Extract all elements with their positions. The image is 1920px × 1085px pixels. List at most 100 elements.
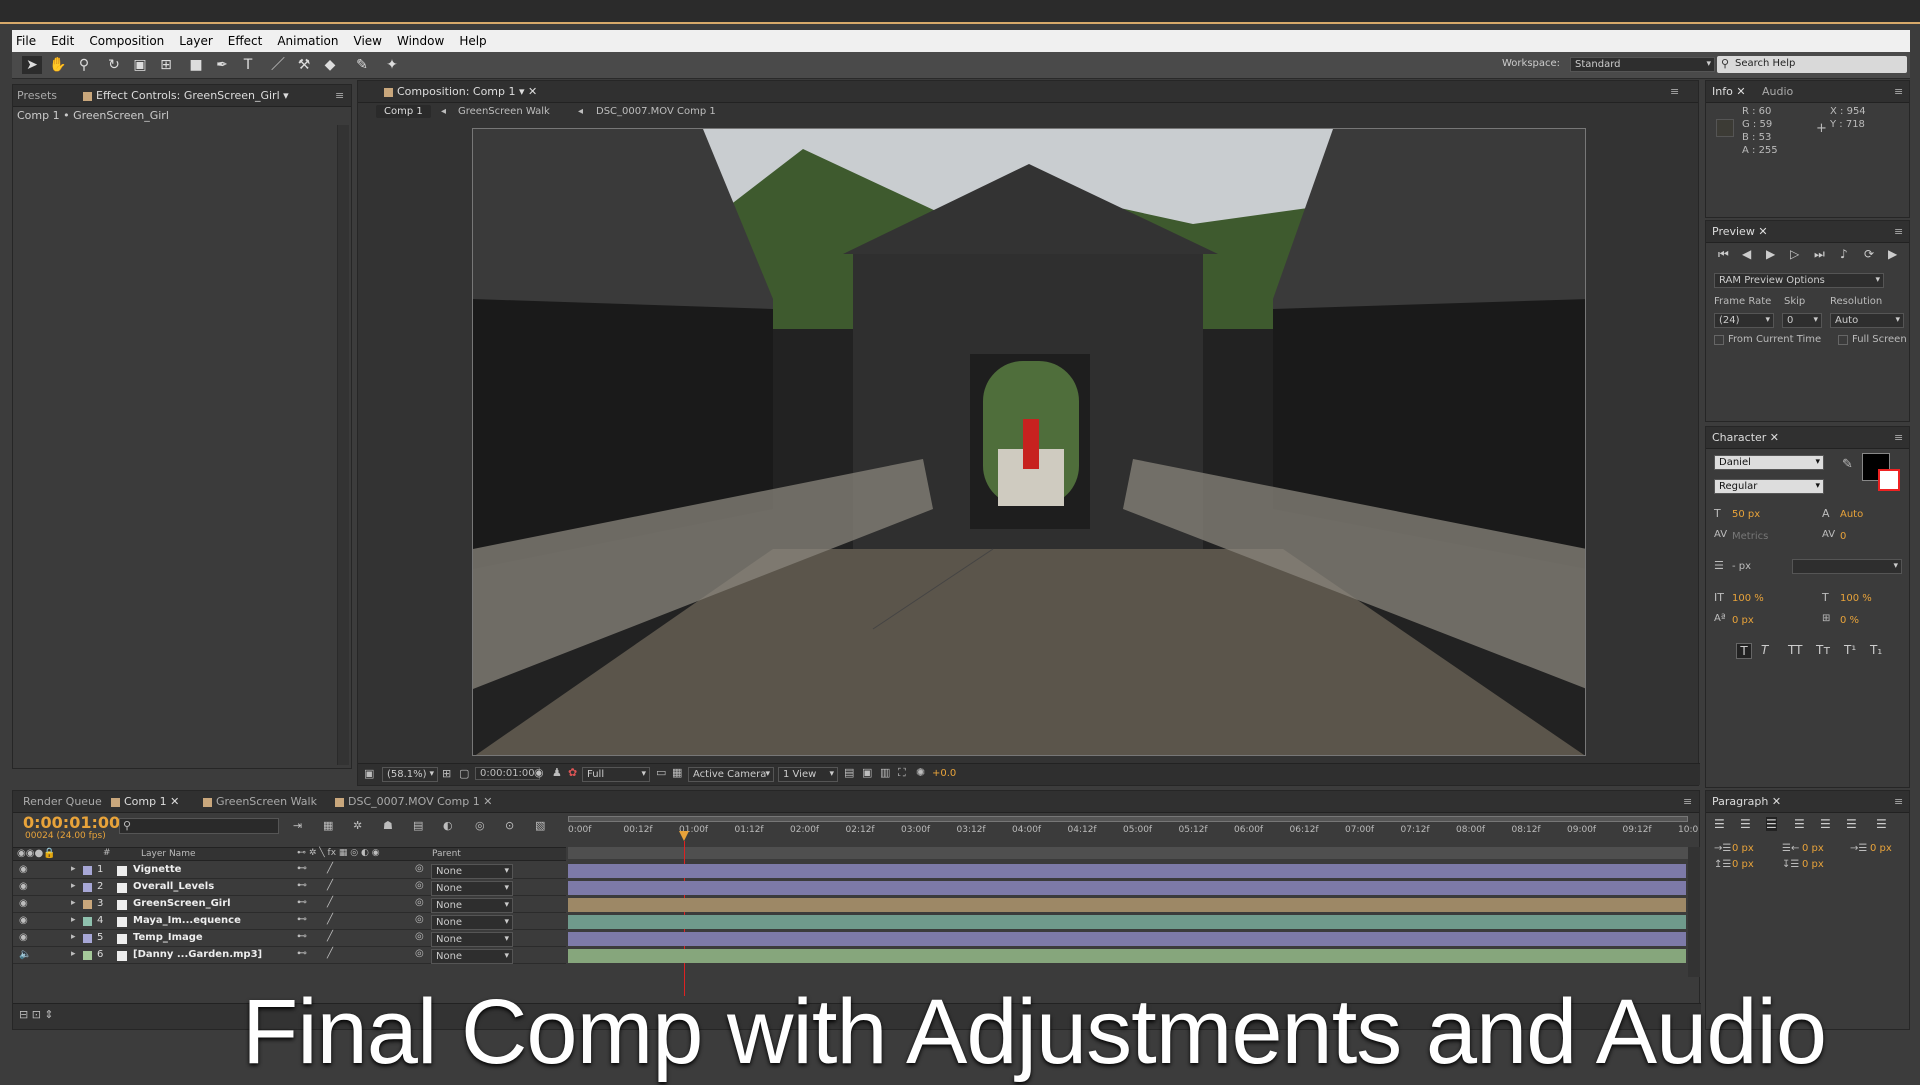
motion-blur-icon[interactable]: ◐	[443, 819, 453, 832]
info-menu-icon[interactable]: ≡	[1894, 85, 1903, 98]
small-caps-button[interactable]: Tт	[1816, 643, 1830, 657]
from-current-time-checkbox[interactable]	[1714, 335, 1724, 345]
layer-label-color[interactable]	[83, 900, 92, 909]
visibility-eye-icon[interactable]: ◉	[19, 932, 28, 943]
previous-frame-icon[interactable]: ◀	[1742, 247, 1751, 261]
parent-select[interactable]: None	[431, 949, 513, 964]
shy-switch-icon[interactable]: ⊷	[297, 948, 307, 959]
layer-duration-bar[interactable]	[568, 932, 1686, 946]
comp-mini-flowchart-icon[interactable]: ⇥	[293, 819, 302, 832]
tab-presets[interactable]: Presets	[17, 89, 57, 102]
transparency-grid-icon[interactable]: ▦	[672, 766, 682, 779]
menu-animation[interactable]: Animation	[277, 34, 338, 48]
snapshot-icon[interactable]: ◉	[534, 766, 544, 779]
all-caps-button[interactable]: TT	[1788, 643, 1802, 657]
menu-view[interactable]: View	[354, 34, 382, 48]
audio-toggle-icon[interactable]: 🔈	[19, 949, 31, 960]
paragraph-menu-icon[interactable]: ≡	[1894, 795, 1903, 808]
layer-name-header[interactable]: Layer Name	[141, 849, 196, 859]
quality-switch-icon[interactable]: ╱	[327, 948, 333, 959]
quality-switch-icon[interactable]: ╱	[327, 914, 333, 925]
timeline-menu-icon[interactable]: ≡	[1683, 795, 1692, 808]
layer-duration-bar[interactable]	[568, 881, 1686, 895]
visibility-eye-icon[interactable]: ◉	[19, 915, 28, 926]
shy-switch-icon[interactable]: ⊷	[297, 863, 307, 874]
align-right-icon[interactable]: ☰	[1766, 817, 1777, 831]
full-screen-checkbox[interactable]	[1838, 335, 1848, 345]
tab-dsc-comp[interactable]: DSC_0007.MOV Comp 1 ✕	[335, 795, 492, 808]
tab-character[interactable]: Character ✕	[1712, 431, 1779, 444]
tab-paragraph[interactable]: Paragraph ✕	[1712, 795, 1781, 808]
crumb-greenscreen-walk[interactable]: GreenScreen Walk	[458, 106, 550, 117]
quality-switch-icon[interactable]: ╱	[327, 931, 333, 942]
layer-name[interactable]: Temp_Image	[133, 932, 203, 943]
eyedropper-icon[interactable]: ✎	[1842, 457, 1853, 472]
layer-row[interactable]: ◉ ▸ 5 Temp_Image ⊷ ╱ ◎ None	[13, 931, 566, 947]
tsume-value[interactable]: 0 %	[1840, 615, 1859, 626]
layer-row[interactable]: ◉ ▸ 2 Overall_Levels ⊷ ╱ ◎ None	[13, 880, 566, 896]
menu-layer[interactable]: Layer	[179, 34, 212, 48]
faux-bold-button[interactable]: T	[1736, 643, 1752, 659]
camera-select[interactable]: Active Camera	[688, 767, 774, 782]
expand-arrow-icon[interactable]: ▸	[71, 898, 76, 908]
pen-tool-icon[interactable]: ✒	[212, 56, 232, 74]
layer-row[interactable]: ◉ ▸ 3 GreenScreen_Girl ⊷ ╱ ◎ None	[13, 897, 566, 913]
time-navigator[interactable]	[568, 847, 1688, 859]
live-update-icon[interactable]: ▦	[323, 819, 333, 832]
puppet-tool-icon[interactable]: ✦	[382, 56, 402, 74]
parent-select[interactable]: None	[431, 898, 513, 913]
toggle-pixel-aspect-icon[interactable]: ▤	[844, 766, 854, 779]
layer-row[interactable]: ◉ ▸ 4 Maya_Im...equence ⊷ ╱ ◎ None	[13, 914, 566, 930]
menu-help[interactable]: Help	[459, 34, 486, 48]
font-style-select[interactable]: Regular	[1714, 479, 1824, 494]
pickwhip-icon[interactable]: ◎	[415, 863, 424, 874]
pickwhip-icon[interactable]: ◎	[415, 880, 424, 891]
shy-switch-icon[interactable]: ⊷	[297, 880, 307, 891]
eraser-tool-icon[interactable]: ◆	[320, 56, 340, 74]
superscript-button[interactable]: T¹	[1844, 643, 1856, 657]
frame-blending-icon[interactable]: ▤	[413, 819, 423, 832]
layer-row[interactable]: 🔈 ▸ 6 [Danny ...Garden.mp3] ⊷ ╱ ◎ None	[13, 948, 566, 964]
rectangle-tool-icon[interactable]: ■	[186, 56, 206, 74]
parent-select[interactable]: None	[431, 864, 513, 879]
kerning-value[interactable]: Metrics	[1732, 531, 1768, 542]
timeline-link-icon[interactable]: ▥	[880, 766, 890, 779]
shy-switch-icon[interactable]: ⊷	[297, 897, 307, 908]
auto-keyframe-icon[interactable]: ⊙	[505, 819, 514, 832]
pickwhip-icon[interactable]: ◎	[415, 931, 424, 942]
region-of-interest-icon[interactable]: ▢	[459, 767, 469, 780]
justify-all-icon[interactable]: ☰	[1876, 817, 1887, 831]
brush-tool-icon[interactable]: ／	[268, 56, 288, 74]
visibility-eye-icon[interactable]: ◉	[19, 881, 28, 892]
comp-panel-menu-icon[interactable]: ≡	[1670, 85, 1679, 98]
view-layout-select[interactable]: 1 View	[778, 767, 838, 782]
visibility-eye-icon[interactable]: ◉	[19, 898, 28, 909]
layer-name[interactable]: Overall_Levels	[133, 881, 214, 892]
effect-scrollbar[interactable]	[337, 125, 349, 765]
tab-render-queue[interactable]: Render Queue	[23, 795, 102, 808]
time-ruler[interactable]: 0:00f 00:12f 01:00f 01:12f 02:00f 02:12f 03:00…	[566, 813, 1701, 861]
tab-info[interactable]: Info ✕	[1712, 85, 1746, 98]
quality-switch-icon[interactable]: ╱	[327, 863, 333, 874]
expand-arrow-icon[interactable]: ▸	[71, 864, 76, 874]
layer-name[interactable]: Vignette	[133, 864, 181, 875]
menu-window[interactable]: Window	[397, 34, 444, 48]
frame-rate-select[interactable]: (24)	[1714, 313, 1774, 328]
timeline-current-time[interactable]: 0:00:01:00	[23, 813, 120, 832]
horizontal-scale-value[interactable]: 100 %	[1840, 593, 1872, 604]
exposure-value[interactable]: +0.0	[932, 768, 956, 779]
font-size-value[interactable]: 50 px	[1732, 509, 1760, 520]
tracking-value[interactable]: 0	[1840, 531, 1846, 542]
expand-arrow-icon[interactable]: ▸	[71, 932, 76, 942]
tab-greenscreen-walk[interactable]: GreenScreen Walk	[203, 795, 317, 808]
expand-arrow-icon[interactable]: ▸	[71, 915, 76, 925]
font-family-select[interactable]: Daniel	[1714, 455, 1824, 470]
panel-menu-icon[interactable]: ≡	[335, 89, 344, 102]
next-frame-icon[interactable]: ▷	[1790, 247, 1799, 261]
channel-icon[interactable]: ✿	[568, 766, 577, 779]
stroke-width-value[interactable]: - px	[1732, 561, 1751, 572]
play-icon[interactable]: ▶	[1766, 247, 1775, 261]
timeline-search-input[interactable]: ⚲	[119, 818, 279, 834]
layer-duration-bar[interactable]	[568, 864, 1686, 878]
pickwhip-icon[interactable]: ◎	[415, 897, 424, 908]
